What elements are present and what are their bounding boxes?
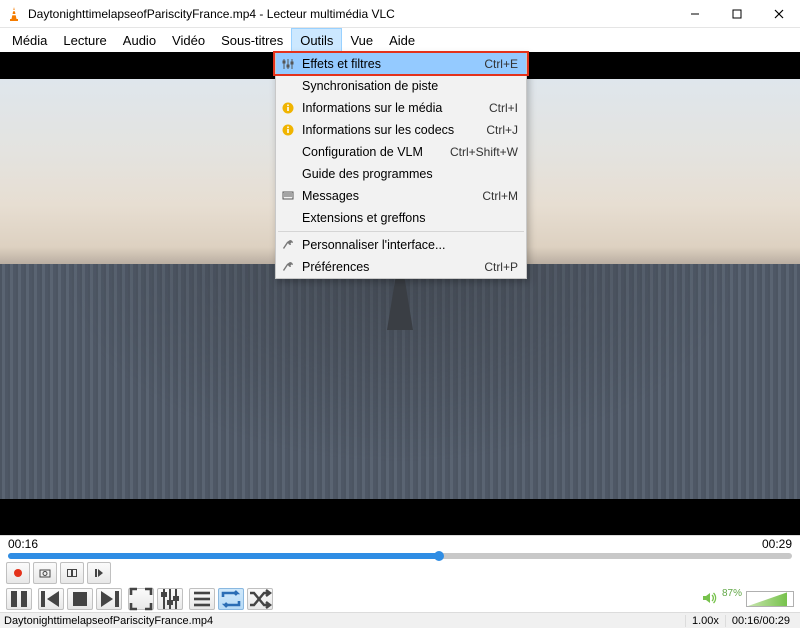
speaker-icon[interactable] [702, 591, 718, 608]
info-icon [281, 123, 295, 137]
menu-sous-titres[interactable]: Sous-titres [213, 28, 291, 52]
menu-item-shortcut: Ctrl+P [484, 260, 518, 274]
menu-item-label: Préférences [302, 260, 369, 274]
vlc-cone-icon [6, 6, 22, 22]
video-area[interactable]: Effets et filtres Ctrl+E Synchronisation… [0, 52, 800, 535]
extended-settings-button[interactable] [157, 588, 183, 610]
menu-item-shortcut: Ctrl+Shift+W [450, 145, 518, 159]
menu-item-shortcut: Ctrl+J [486, 123, 518, 137]
menu-item-label: Personnaliser l'interface... [302, 238, 445, 252]
minimize-button[interactable] [674, 0, 716, 28]
menu-item-label: Messages [302, 189, 359, 203]
menu-item-label: Configuration de VLM [302, 145, 423, 159]
bottom-panel: 00:16 00:29 87% Dayto [0, 535, 800, 628]
menu-item-label: Informations sur le média [302, 101, 442, 115]
main-controls-row: 87% [0, 586, 800, 612]
menu-item-shortcut: Ctrl+I [489, 101, 518, 115]
advanced-controls-row [0, 560, 800, 586]
snapshot-button[interactable] [33, 562, 57, 584]
maximize-button[interactable] [716, 0, 758, 28]
total-time-label[interactable]: 00:29 [762, 537, 792, 551]
menu-item-guide-programmes[interactable]: Guide des programmes [276, 163, 526, 185]
pause-button[interactable] [6, 588, 32, 610]
wrench-icon [281, 238, 295, 252]
menu-video[interactable]: Vidéo [164, 28, 213, 52]
menu-item-shortcut: Ctrl+E [484, 57, 518, 71]
menu-item-personnaliser-interface[interactable]: Personnaliser l'interface... [276, 234, 526, 256]
fullscreen-button[interactable] [128, 588, 154, 610]
playlist-button[interactable] [189, 588, 215, 610]
loop-ab-button[interactable] [60, 562, 84, 584]
seek-bar[interactable] [0, 553, 800, 561]
menu-outils-dropdown: Effets et filtres Ctrl+E Synchronisation… [275, 52, 527, 279]
menu-item-label: Synchronisation de piste [302, 79, 438, 93]
messages-icon [281, 189, 295, 203]
seek-knob[interactable] [434, 551, 444, 561]
volume-percent-label: 87% [722, 588, 742, 599]
shuffle-button[interactable] [247, 588, 273, 610]
menu-item-label: Informations sur les codecs [302, 123, 454, 137]
menu-aide[interactable]: Aide [381, 28, 423, 52]
loop-button[interactable] [218, 588, 244, 610]
volume-slider[interactable] [746, 591, 794, 607]
menu-item-label: Guide des programmes [302, 167, 433, 181]
elapsed-time-label[interactable]: 00:16 [8, 537, 38, 551]
volume-control: 87% [702, 591, 794, 608]
status-position: 00:16/00:29 [725, 615, 796, 627]
title-bar: DaytonighttimelapseofPariscityFrance.mp4… [0, 0, 800, 28]
status-speed[interactable]: 1.00x [685, 615, 725, 627]
previous-button[interactable] [38, 588, 64, 610]
window-controls [674, 0, 800, 28]
menu-item-label: Extensions et greffons [302, 211, 425, 225]
frame-step-button[interactable] [87, 562, 111, 584]
menu-item-label: Effets et filtres [302, 57, 381, 71]
status-filename: DaytonighttimelapseofPariscityFrance.mp4 [4, 615, 213, 627]
menu-separator [278, 231, 524, 232]
close-button[interactable] [758, 0, 800, 28]
record-button[interactable] [6, 562, 30, 584]
wrench-icon [281, 260, 295, 274]
menu-item-configuration-vlm[interactable]: Configuration de VLM Ctrl+Shift+W [276, 141, 526, 163]
sliders-icon [281, 57, 295, 71]
stop-button[interactable] [67, 588, 93, 610]
menu-item-informations-media[interactable]: Informations sur le média Ctrl+I [276, 97, 526, 119]
info-icon [281, 101, 295, 115]
menu-vue[interactable]: Vue [342, 28, 381, 52]
menu-item-extensions-greffons[interactable]: Extensions et greffons [276, 207, 526, 229]
menu-audio[interactable]: Audio [115, 28, 164, 52]
status-bar: DaytonighttimelapseofPariscityFrance.mp4… [0, 612, 800, 628]
menu-bar: Média Lecture Audio Vidéo Sous-titres Ou… [0, 28, 800, 52]
menu-item-shortcut: Ctrl+M [482, 189, 518, 203]
menu-item-synchronisation-de-piste[interactable]: Synchronisation de piste [276, 75, 526, 97]
next-button[interactable] [96, 588, 122, 610]
menu-item-effets-et-filtres[interactable]: Effets et filtres Ctrl+E [276, 53, 526, 75]
menu-item-preferences[interactable]: Préférences Ctrl+P [276, 256, 526, 278]
menu-item-informations-codecs[interactable]: Informations sur les codecs Ctrl+J [276, 119, 526, 141]
time-labels: 00:16 00:29 [0, 536, 800, 553]
menu-lecture[interactable]: Lecture [55, 28, 114, 52]
menu-media[interactable]: Média [4, 28, 55, 52]
menu-outils[interactable]: Outils [291, 28, 342, 52]
menu-item-messages[interactable]: Messages Ctrl+M [276, 185, 526, 207]
